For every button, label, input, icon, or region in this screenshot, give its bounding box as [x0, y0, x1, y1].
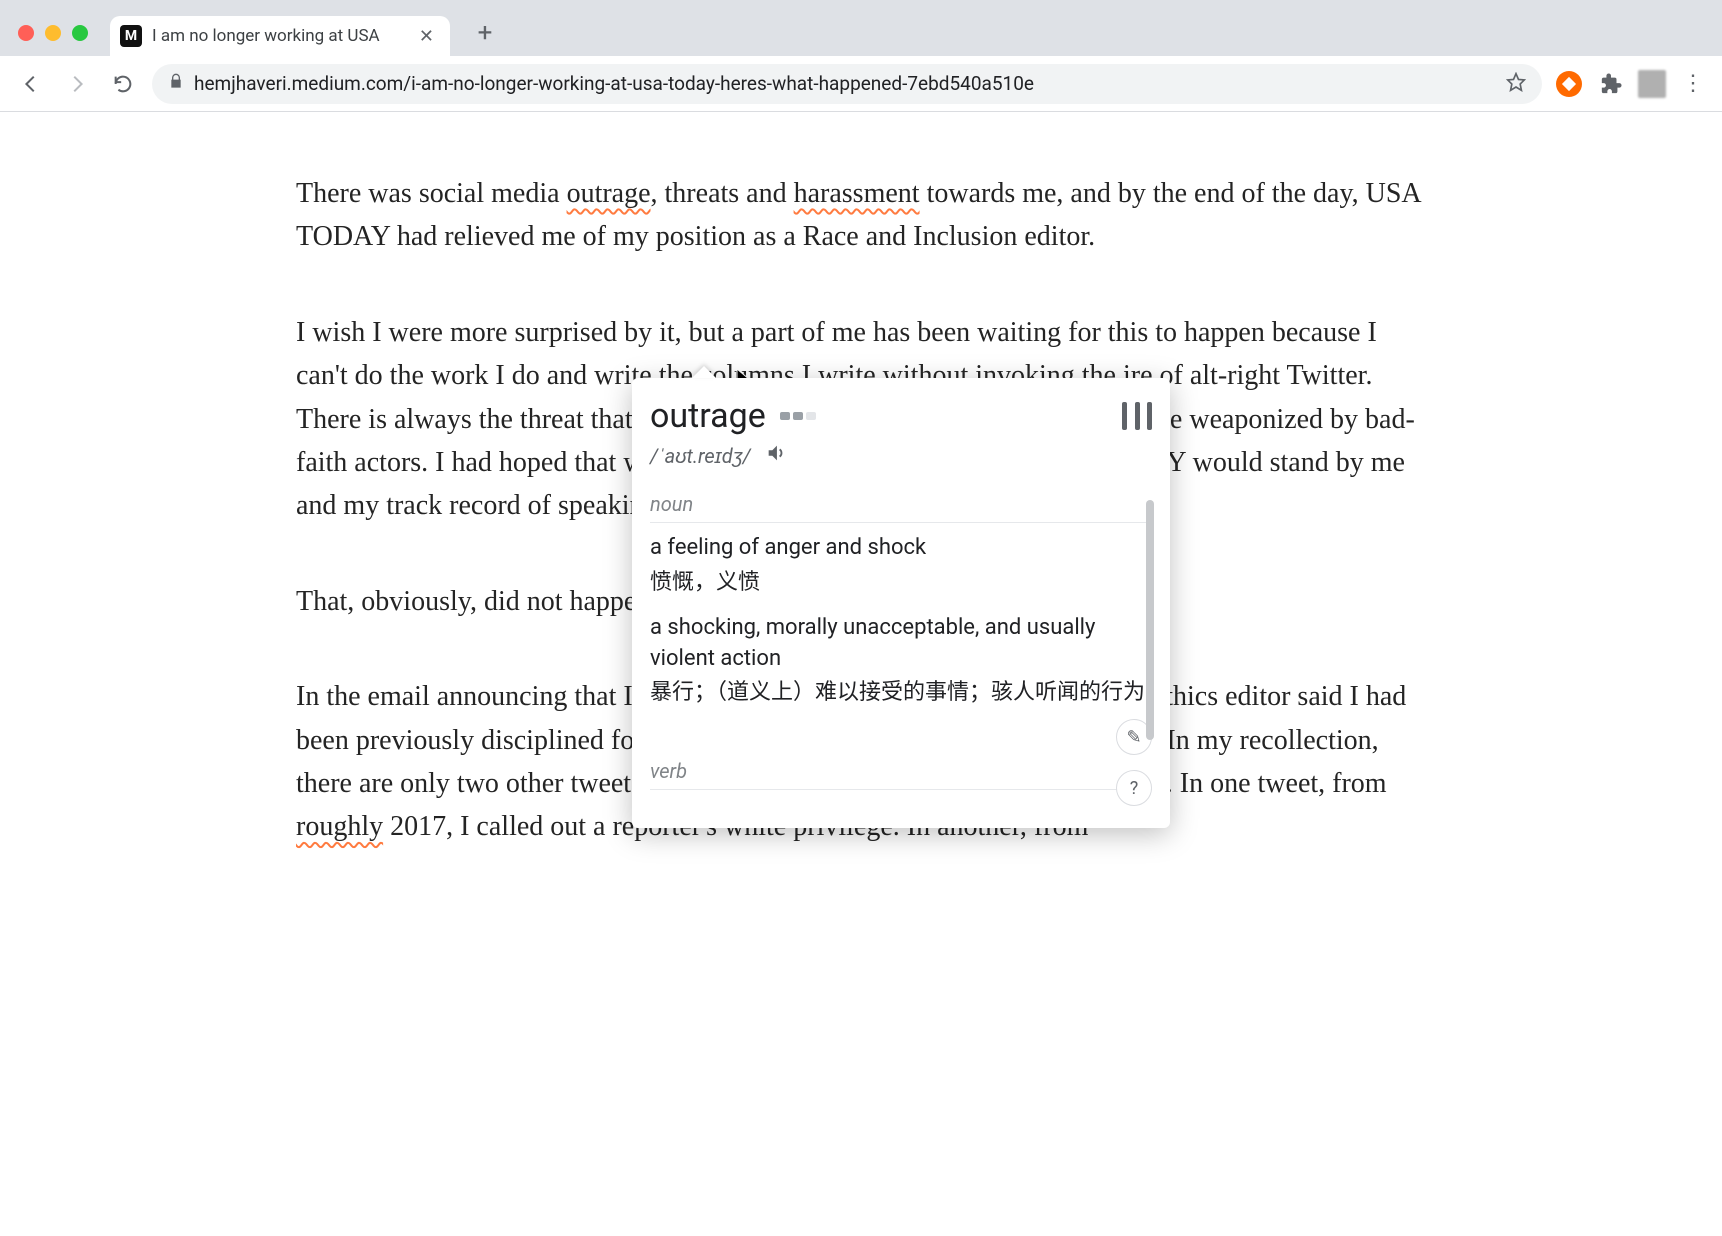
- highlighted-word-roughly[interactable]: roughly: [296, 811, 383, 842]
- close-tab-button[interactable]: ✕: [413, 26, 440, 47]
- dict-header: outrage: [650, 396, 1152, 436]
- definition-2-en: a shocking, morally unacceptable, and us…: [650, 613, 1152, 675]
- paragraph-1: There was social media outrage, threats …: [296, 172, 1426, 259]
- dictionary-popup: outrage /ˈaʊt.reɪdʒ/ noun a feeling of a…: [632, 378, 1170, 828]
- new-tab-button[interactable]: +: [468, 16, 502, 50]
- lock-icon: [168, 73, 184, 94]
- profile-avatar[interactable]: [1638, 70, 1666, 98]
- browser-tab[interactable]: M I am no longer working at USA ✕: [110, 16, 450, 56]
- browser-chrome: M I am no longer working at USA ✕ + hemj…: [0, 0, 1722, 112]
- frequency-indicator: [780, 412, 816, 420]
- url-text: hemjhaveri.medium.com/i-am-no-longer-wor…: [194, 72, 1496, 95]
- part-of-speech-noun: noun: [650, 492, 1152, 516]
- definition-1-en: a feeling of anger and shock: [650, 533, 1152, 564]
- layout-toggle-button[interactable]: [1122, 402, 1152, 430]
- popup-scrollbar[interactable]: [1146, 500, 1154, 740]
- divider: [650, 522, 1152, 523]
- chrome-menu-button[interactable]: ⋮: [1678, 71, 1708, 96]
- maximize-window-button[interactable]: [72, 25, 88, 41]
- back-button[interactable]: [14, 67, 48, 101]
- definition-2-zh: 暴行；（道义上）难以接受的事情；骇人听闻的行为: [650, 676, 1152, 709]
- close-window-button[interactable]: [18, 25, 34, 41]
- play-audio-button[interactable]: [765, 442, 787, 470]
- medium-favicon: M: [120, 25, 142, 47]
- bookmark-star-icon[interactable]: [1506, 72, 1526, 96]
- tab-strip: M I am no longer working at USA ✕ +: [0, 0, 1722, 56]
- toolbar: hemjhaveri.medium.com/i-am-no-longer-wor…: [0, 56, 1722, 112]
- forward-button[interactable]: [60, 67, 94, 101]
- tab-title: I am no longer working at USA: [152, 26, 413, 46]
- extension-dictionary-icon[interactable]: [1554, 69, 1584, 99]
- highlighted-word-outrage[interactable]: outrage: [567, 178, 651, 209]
- minimize-window-button[interactable]: [45, 25, 61, 41]
- address-bar[interactable]: hemjhaveri.medium.com/i-am-no-longer-wor…: [152, 64, 1542, 104]
- reload-button[interactable]: [106, 67, 140, 101]
- definition-1-zh: 愤慨，义愤: [650, 566, 1152, 599]
- extensions-puzzle-icon[interactable]: [1596, 69, 1626, 99]
- dict-word: outrage: [650, 396, 766, 436]
- window-controls: [18, 25, 88, 41]
- page-content: There was social media outrage, threats …: [0, 112, 1722, 849]
- help-button[interactable]: ?: [1116, 770, 1152, 806]
- pronunciation: /ˈaʊt.reɪdʒ/: [650, 444, 751, 469]
- highlighted-word-harassment[interactable]: harassment: [794, 178, 920, 209]
